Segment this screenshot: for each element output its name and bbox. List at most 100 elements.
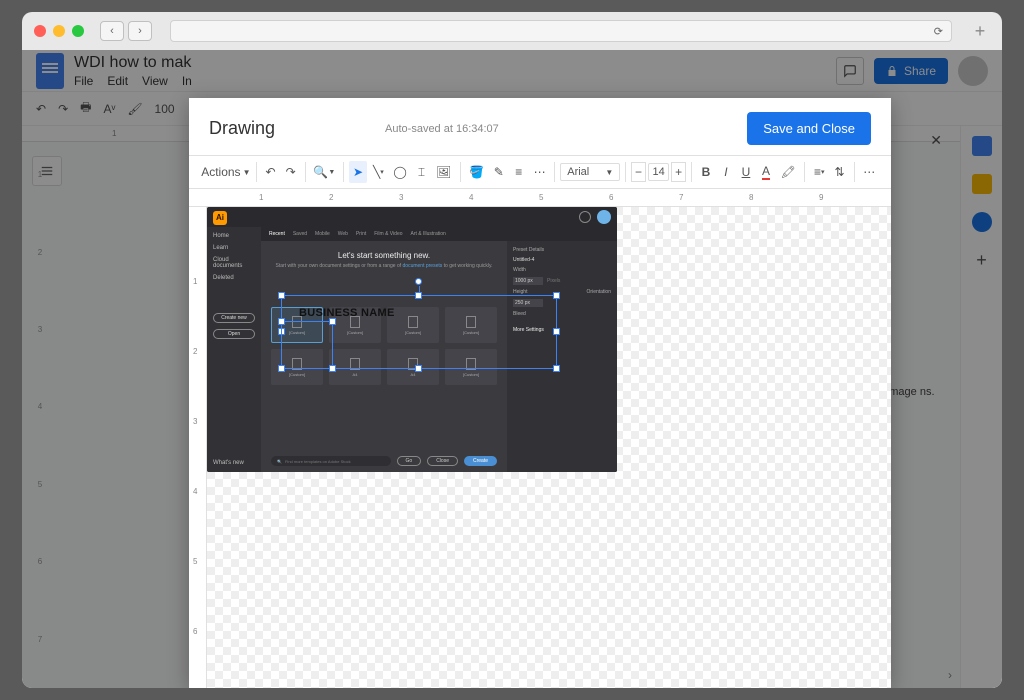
search-icon — [579, 211, 591, 223]
chevron-down-icon: ▾ — [380, 168, 384, 176]
maximize-window-icon[interactable] — [72, 25, 84, 37]
resize-handle[interactable] — [278, 365, 285, 372]
font-name: Arial — [567, 166, 589, 178]
zoom-button[interactable]: 🔍▼ — [311, 161, 339, 183]
increase-font-button[interactable]: + — [671, 162, 686, 182]
ruler-tick: 4 — [193, 487, 197, 496]
textbox-tool[interactable]: ⌶ — [413, 161, 431, 184]
ruler-tick: 4 — [469, 193, 473, 202]
forward-button[interactable]: › — [128, 21, 152, 41]
close-window-icon[interactable] — [34, 25, 46, 37]
bold-button[interactable]: B — [697, 161, 715, 183]
more-button[interactable]: ⋯ — [859, 161, 879, 183]
ruler-tick: 3 — [193, 417, 197, 426]
border-weight-button[interactable]: ≡ — [510, 161, 528, 183]
art-footer: 🔍Find more templates on Adobe Stock Go C… — [271, 456, 497, 466]
canvas-ruler-horizontal: 1 2 3 4 5 6 7 8 9 — [189, 189, 891, 207]
resize-handle[interactable] — [415, 365, 422, 372]
border-color-button[interactable]: ✎ — [490, 161, 508, 183]
font-size-input[interactable]: 14 — [648, 163, 669, 181]
line-tool[interactable]: ╲▾ — [369, 161, 388, 183]
separator — [625, 162, 626, 182]
separator — [804, 162, 805, 182]
url-bar[interactable]: ⟳ — [170, 20, 952, 42]
browser-chrome: ‹ › ⟳ + — [22, 12, 1002, 50]
preset-link: document presets — [403, 263, 443, 269]
fill-color-button[interactable]: 🪣 — [466, 161, 488, 183]
side-deleted: Deleted — [213, 275, 255, 281]
underline-button[interactable]: U — [737, 161, 755, 183]
text-color-button[interactable]: A — [757, 160, 775, 184]
user-avatar-icon — [597, 210, 611, 224]
undo-button[interactable]: ↶ — [261, 161, 279, 183]
select-tool[interactable]: ➤ — [349, 161, 367, 183]
selection-box-inner[interactable] — [281, 321, 333, 369]
font-select[interactable]: Arial▼ — [560, 163, 620, 181]
border-dash-button[interactable]: ⋯ — [530, 161, 550, 183]
tab-print: Print — [356, 231, 366, 237]
actions-label: Actions — [201, 165, 240, 179]
resize-handle[interactable] — [415, 292, 422, 299]
art-tabs: Recent Saved Mobile Web Print Film & Vid… — [261, 227, 617, 241]
resize-handle[interactable] — [278, 318, 285, 325]
side-learn: Learn — [213, 245, 255, 251]
reload-icon[interactable]: ⟳ — [934, 25, 943, 38]
ruler-tick: 9 — [819, 193, 823, 202]
highlight-button[interactable]: 🖍 — [777, 161, 799, 183]
doc-name: Untitled-4 — [513, 257, 611, 263]
image-tool[interactable]: 🖼 — [433, 161, 455, 183]
tab-film: Film & Video — [374, 231, 402, 237]
decrease-font-button[interactable]: − — [631, 162, 646, 182]
separator — [854, 162, 855, 182]
tab-art: Art & Illustration — [411, 231, 446, 237]
italic-button[interactable]: I — [717, 161, 735, 183]
ruler-tick: 3 — [399, 193, 403, 202]
drawing-header: Drawing Auto-saved at 16:34:07 Save and … — [189, 98, 891, 155]
width-input — [513, 277, 543, 285]
resize-handle[interactable] — [553, 328, 560, 335]
tab-saved: Saved — [293, 231, 307, 237]
go-button: Go — [397, 456, 422, 466]
separator — [691, 162, 692, 182]
align-button[interactable]: ≡▾ — [810, 161, 828, 183]
new-tab-button[interactable]: + — [970, 21, 990, 42]
resize-handle[interactable] — [329, 365, 336, 372]
redo-button[interactable]: ↷ — [282, 161, 300, 183]
save-and-close-button[interactable]: Save and Close — [747, 112, 871, 145]
back-button[interactable]: ‹ — [100, 21, 124, 41]
separator — [305, 162, 306, 182]
orient-label: Orientation — [587, 289, 611, 295]
resize-handle[interactable] — [329, 318, 336, 325]
side-home: Home — [213, 233, 255, 239]
ruler-tick: 1 — [259, 193, 263, 202]
rotate-handle[interactable] — [415, 278, 422, 285]
separator — [343, 162, 344, 182]
ruler-tick: 8 — [749, 193, 753, 202]
ruler-tick: 5 — [539, 193, 543, 202]
open-button: Open — [213, 329, 255, 339]
create-button: Create — [464, 456, 497, 466]
shape-tool[interactable]: ◯ — [390, 161, 411, 183]
chevron-down-icon: ▼ — [328, 169, 335, 176]
resize-handle[interactable] — [553, 292, 560, 299]
whats-new: What's new — [213, 460, 255, 466]
resize-handle[interactable] — [553, 365, 560, 372]
art-topbar — [207, 207, 617, 227]
art-subtitle: Start with your own document settings or… — [271, 263, 497, 269]
ruler-tick: 5 — [193, 557, 197, 566]
minimize-window-icon[interactable] — [53, 25, 65, 37]
resize-handle[interactable] — [278, 292, 285, 299]
actions-menu[interactable]: Actions ▼ — [201, 161, 251, 183]
separator — [460, 162, 461, 182]
ai-logo-icon: Ai — [213, 211, 227, 225]
ruler-tick: 2 — [193, 347, 197, 356]
art-heading: Let's start something new. — [271, 251, 497, 260]
drawing-modal: Drawing Auto-saved at 16:34:07 Save and … — [189, 98, 891, 688]
width-label: Width — [513, 267, 526, 273]
drawing-canvas[interactable]: Ai Home Learn Cloud documents Deleted Cr… — [207, 207, 891, 688]
ruler-tick: 2 — [329, 193, 333, 202]
separator — [554, 162, 555, 182]
line-spacing-button[interactable]: ⇅ — [831, 161, 849, 183]
preset-title: Preset Details — [513, 247, 611, 253]
tab-web: Web — [338, 231, 348, 237]
